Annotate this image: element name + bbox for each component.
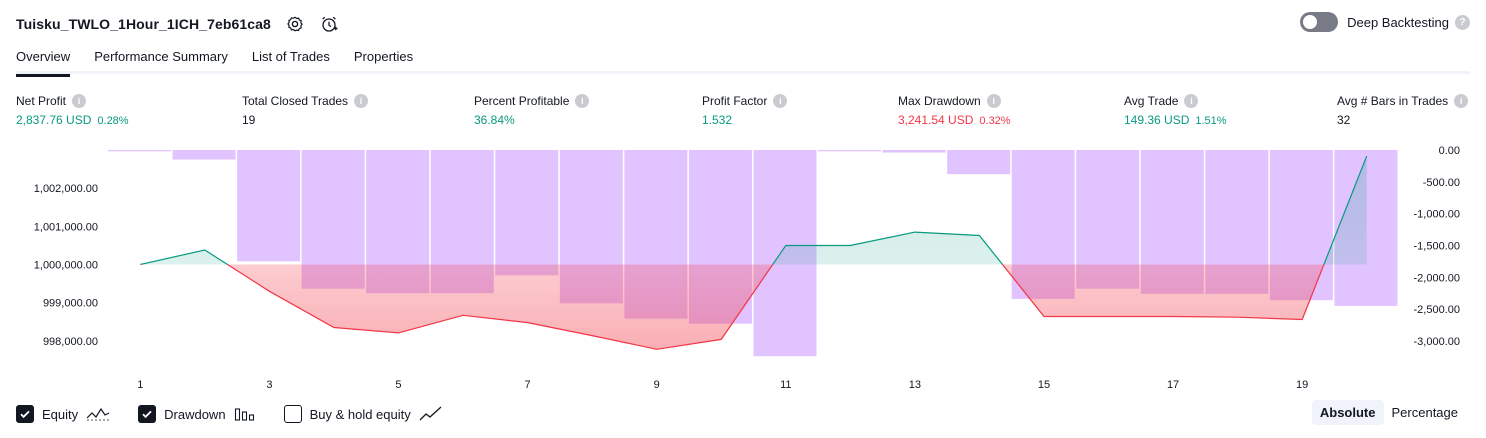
drawdown-bar (495, 150, 559, 276)
x-tick-label: 11 (780, 379, 791, 391)
drawdown-bar (108, 150, 171, 152)
info-icon[interactable]: i (354, 94, 369, 108)
chart-legend: Equity Drawdown Buy & hold equity (16, 403, 471, 425)
drawdown-checkbox[interactable] (138, 405, 157, 423)
info-icon[interactable]: i (986, 94, 1001, 108)
drawdown-label: Drawdown (164, 406, 226, 422)
y-left-tick-label: 999,000.00 (43, 298, 98, 310)
y-left-tick-label: 1,000,000.00 (34, 260, 98, 272)
y-left-tick-label: 1,001,000.00 (34, 221, 98, 233)
legend-equity[interactable]: Equity (16, 405, 110, 423)
stat-value: 149.36 USD (1124, 113, 1190, 127)
stat-profit-factor: Profit Factor i 1.532 (702, 92, 788, 127)
legend-buy-hold[interactable]: Buy & hold equity (283, 405, 443, 423)
tab-overview[interactable]: Overview (16, 44, 71, 77)
y-right-tick-label: 0.00 (1439, 145, 1460, 157)
y-axis-left: 1,002,000.00 1,001,000.00 1,000,000.00 999,… (34, 183, 98, 348)
stat-title: Avg # Bars in Trades (1337, 94, 1449, 108)
report-tabs: Overview Performance Summary List of Tra… (16, 44, 1470, 77)
buy-hold-label: Buy & hold equity (309, 406, 411, 422)
stat-title: Avg Trade (1124, 94, 1179, 108)
stat-title: Net Profit (16, 94, 67, 108)
stat-value: 3,241.54 USD (898, 113, 974, 127)
stat-percent: 0.28% (97, 115, 129, 127)
drawdown-bar (818, 150, 882, 152)
y-right-tick-label: -1,500.00 (1414, 240, 1460, 252)
stat-title: Percent Profitable (474, 94, 570, 108)
bars-icon (234, 406, 256, 422)
x-tick-label: 19 (1296, 379, 1308, 391)
stat-title: Max Drawdown (898, 94, 981, 108)
info-icon[interactable]: i (72, 94, 87, 108)
stat-total-closed-trades: Total Closed Trades i 19 (242, 92, 369, 127)
x-tick-label: 15 (1038, 379, 1050, 391)
info-icon[interactable]: i (1454, 94, 1469, 108)
y-right-tick-label: -3,000.00 (1414, 336, 1460, 348)
buy-hold-checkbox[interactable] (283, 405, 302, 423)
stat-avg-bars: Avg # Bars in Trades i 32 (1337, 92, 1469, 127)
equity-label: Equity (42, 406, 79, 422)
drawdown-bar (172, 150, 236, 160)
display-mode-switch: Absolute Percentage (1311, 400, 1467, 425)
drawdown-bars (108, 150, 1398, 357)
y-right-tick-label: -2,000.00 (1414, 272, 1460, 284)
y-right-tick-label: -1,000.00 (1414, 209, 1460, 221)
trend-line-icon (419, 406, 443, 422)
stat-title: Total Closed Trades (242, 94, 349, 108)
stat-value: 2,837.76 USD (16, 113, 92, 127)
y-left-tick-label: 998,000.00 (43, 336, 98, 348)
x-tick-label: 5 (395, 379, 401, 391)
strategy-name: Tuisku_TWLO_1Hour_1ICH_7eb61ca8 (16, 16, 271, 32)
stat-max-drawdown: Max Drawdown i 3,241.54 USD 0.32% (898, 92, 1011, 127)
info-icon[interactable]: i (1184, 94, 1199, 108)
tab-performance-summary[interactable]: Performance Summary (94, 44, 228, 74)
absolute-button[interactable]: Absolute (1311, 400, 1384, 425)
stat-net-profit: Net Profit i 2,837.76 USD 0.28% (16, 92, 129, 127)
tab-list-of-trades[interactable]: List of Trades (252, 44, 330, 74)
y-left-tick-label: 1,002,000.00 (34, 183, 98, 195)
tab-properties[interactable]: Properties (354, 44, 413, 74)
equity-line-icon (86, 406, 110, 422)
stat-percent: 0.32% (979, 115, 1011, 127)
stat-avg-trade: Avg Trade i 149.36 USD 1.51% (1124, 92, 1227, 127)
stats-row: Net Profit i 2,837.76 USD 0.28% Total Clos… (0, 92, 1486, 132)
y-right-tick-label: -500.00 (1423, 177, 1460, 189)
x-tick-label: 9 (654, 379, 660, 391)
stat-percent: 1.51% (1195, 115, 1227, 127)
x-tick-label: 3 (266, 379, 272, 391)
drawdown-bar (882, 150, 946, 153)
help-icon[interactable]: ? (1455, 14, 1470, 30)
x-axis: 1 3 5 7 9 11 13 15 17 19 (137, 379, 1308, 391)
stat-value: 1.532 (702, 113, 733, 127)
y-axis-right: 0.00 -500.00 -1,000.00 -1,500.00 -2,000.00 -2… (1414, 145, 1460, 348)
settings-icon[interactable] (285, 14, 305, 34)
deep-backtesting: Deep Backtesting ? (1300, 12, 1470, 32)
deep-backtesting-label: Deep Backtesting (1347, 14, 1449, 30)
x-tick-label: 7 (525, 379, 531, 391)
drawdown-bar (237, 150, 301, 262)
equity-drawdown-chart[interactable]: 1,002,000.00 1,001,000.00 1,000,000.00 999,… (0, 140, 1486, 395)
stat-value: 36.84% (474, 113, 515, 127)
x-tick-label: 1 (137, 379, 143, 391)
deep-backtesting-toggle[interactable] (1300, 12, 1339, 32)
x-tick-label: 13 (909, 379, 921, 391)
info-icon[interactable]: i (773, 94, 788, 108)
legend-drawdown[interactable]: Drawdown (138, 405, 255, 423)
stat-percent-profitable: Percent Profitable i 36.84% (474, 92, 590, 127)
stat-value: 19 (242, 113, 256, 127)
drawdown-bar (947, 150, 1011, 175)
y-right-tick-label: -2,500.00 (1414, 304, 1460, 316)
info-icon[interactable]: i (575, 94, 590, 108)
equity-checkbox[interactable] (16, 405, 34, 423)
x-tick-label: 17 (1167, 379, 1179, 391)
percentage-button[interactable]: Percentage (1384, 400, 1467, 425)
stat-title: Profit Factor (702, 94, 768, 108)
stat-value: 32 (1337, 113, 1351, 127)
strategy-header: Tuisku_TWLO_1Hour_1ICH_7eb61ca8 (16, 10, 339, 38)
add-alert-icon[interactable] (319, 14, 339, 34)
